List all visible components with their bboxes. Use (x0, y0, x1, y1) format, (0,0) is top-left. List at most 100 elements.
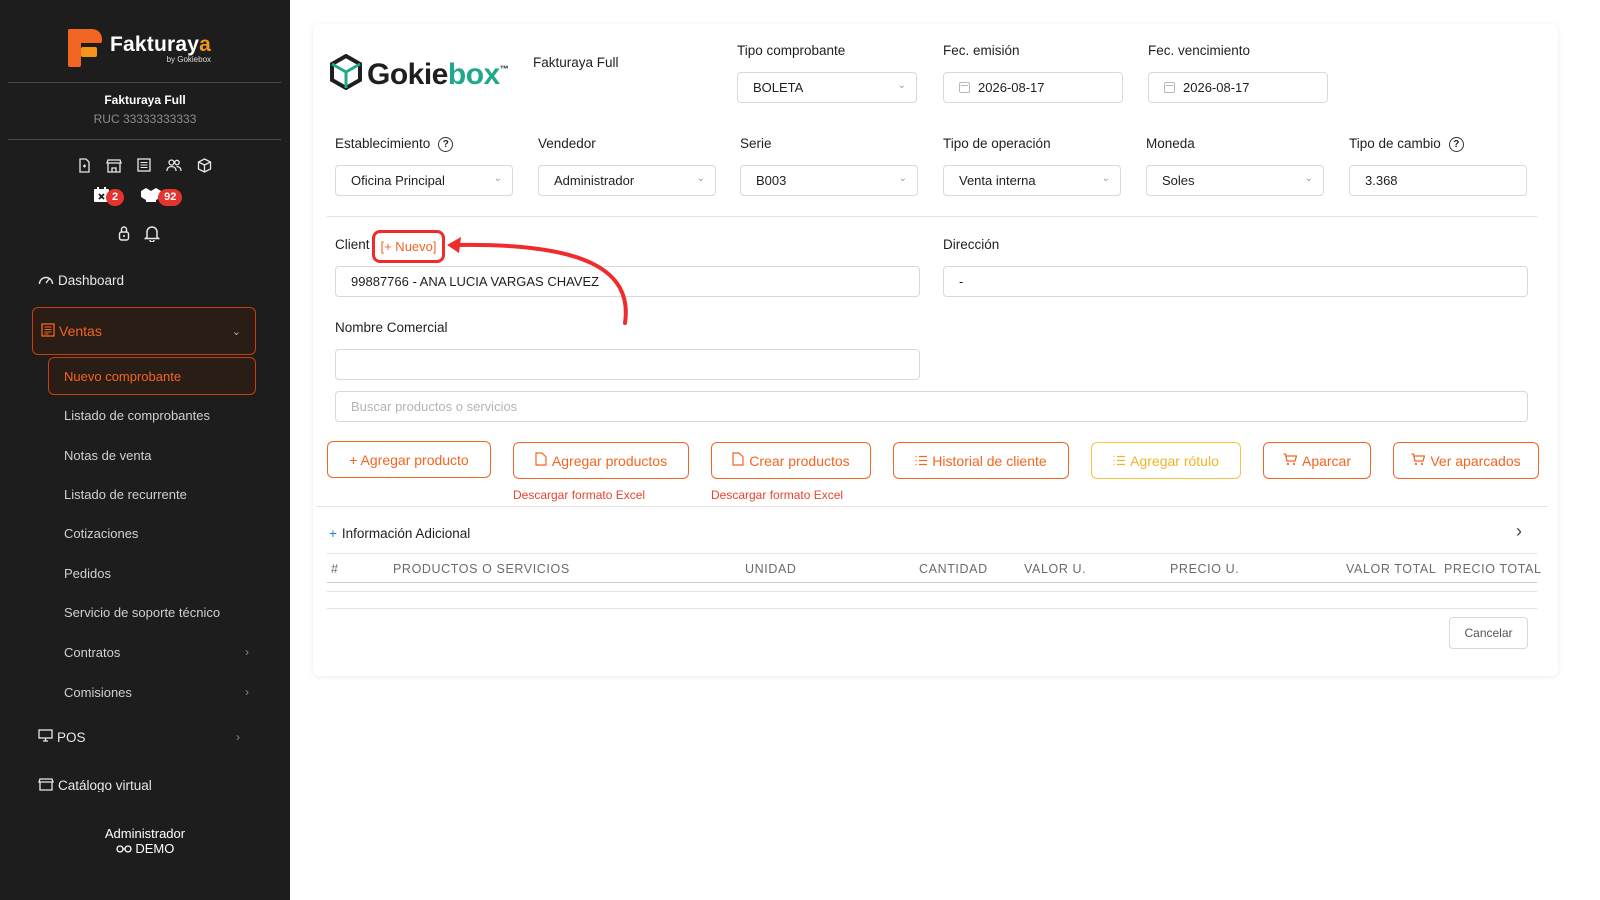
help-icon[interactable]: ? (1448, 136, 1464, 152)
aparcar-label: Aparcar (1301, 452, 1352, 469)
crear-productos-label: Crear productos (749, 452, 850, 469)
agregar-producto-button[interactable]: + Agregar producto (327, 441, 491, 478)
chevron-down-icon: ⌄ (897, 80, 906, 91)
invoice-form-card: Gokiebox ™ Fakturaya Full Tipo comprobant… (313, 24, 1558, 676)
user-env: DEMO (0, 841, 290, 856)
help-icon[interactable]: ? (438, 136, 454, 152)
nuevo-cliente-link[interactable]: [+ Nuevo] (372, 230, 445, 263)
chevron-down-icon: ⌄ (231, 325, 241, 338)
moneda-select[interactable]: Soles ⌄ (1146, 165, 1324, 196)
brand-by: by Gokiebox (166, 54, 212, 64)
cart-icon (1283, 452, 1298, 469)
nav-listado-comprobantes[interactable]: Listado de comprobantes (64, 408, 249, 423)
nav-nuevo-comprobante[interactable]: Nuevo comprobante (48, 357, 256, 395)
chevron-down-icon: ⌄ (1304, 173, 1313, 184)
sidebar-divider (8, 82, 281, 83)
descargar-formato-link-2[interactable]: Descargar formato Excel (711, 488, 843, 502)
nav-dashboard-label: Dashboard (58, 273, 125, 288)
col-unidad: UNIDAD (745, 562, 797, 576)
tipo-comprobante-label: Tipo comprobante (737, 43, 846, 58)
user-role: Administrador (104, 826, 186, 841)
lock-icon[interactable] (118, 225, 130, 247)
nav-ventas[interactable]: Ventas ⌄ (32, 307, 256, 355)
plus-icon: + (329, 526, 337, 541)
agregar-rotulo-button[interactable]: Agregar rótulo (1091, 442, 1241, 479)
vendedor-label: Vendedor (538, 136, 596, 151)
cancel-button[interactable]: Cancelar (1449, 617, 1528, 649)
nav-contratos-label: Contratos (64, 645, 121, 660)
fakturaya-logo[interactable]: Fakturaya by Gokiebox (68, 26, 228, 70)
gokiebox-cube-icon (329, 53, 363, 95)
nav-contratos[interactable]: Contratos › (64, 645, 249, 660)
nav-catalogo-label: Catálogo virtual (58, 778, 152, 792)
list-icon[interactable] (136, 157, 152, 173)
nav-soporte-tecnico[interactable]: Servicio de soporte técnico (64, 605, 249, 620)
nav-comisiones[interactable]: Comisiones › (64, 685, 249, 700)
serie-value: B003 (756, 173, 787, 188)
direccion-input[interactable]: - (943, 266, 1528, 297)
serie-select[interactable]: B003 ⌄ (740, 165, 918, 196)
table-top-border (327, 553, 1537, 554)
tipo-operacion-select[interactable]: Venta interna ⌄ (943, 165, 1121, 196)
nav-cotizaciones[interactable]: Cotizaciones (64, 526, 249, 541)
sidebar-divider (8, 139, 281, 140)
tipo-operacion-value: Venta interna (959, 173, 1036, 188)
calendar-alert[interactable]: 2 (93, 186, 125, 208)
shop-icon (38, 778, 54, 792)
vendedor-select[interactable]: Administrador ⌄ (538, 165, 716, 196)
chevron-right-icon: › (236, 730, 240, 744)
nav-pos[interactable]: POS › (38, 729, 240, 745)
receipt-icon (41, 322, 55, 340)
boxes-count-badge: 92 (158, 188, 183, 206)
boxes-alert[interactable]: 92 (140, 186, 183, 208)
section-divider (327, 216, 1537, 217)
tipo-cambio-input[interactable]: 3.368 (1349, 165, 1527, 196)
agregar-productos-button[interactable]: Agregar productos (513, 442, 689, 479)
establecimiento-value: Oficina Principal (351, 173, 445, 188)
notification-badges: 2 92 (93, 186, 183, 208)
buscar-productos-input[interactable]: Buscar productos o servicios (335, 391, 1528, 422)
direccion-label: Dirección (943, 237, 1000, 252)
informacion-adicional-toggle[interactable]: + Información Adicional (329, 526, 470, 541)
chevron-down-icon: ⌄ (696, 173, 705, 184)
section-divider (316, 506, 1548, 507)
historial-cliente-button[interactable]: Historial de cliente (893, 442, 1069, 479)
nombre-comercial-input[interactable] (335, 349, 920, 380)
document-icon[interactable] (76, 157, 92, 173)
vendedor-value: Administrador (554, 173, 635, 188)
monitor-icon (38, 729, 53, 745)
col-precio-u: PRECIO U. (1170, 562, 1240, 576)
nav-catalogo[interactable]: Catálogo virtual › (38, 778, 152, 792)
nav-dashboard[interactable]: Dashboard (38, 273, 124, 288)
tipo-operacion-label: Tipo de operación (943, 136, 1051, 151)
establecimiento-select[interactable]: Oficina Principal ⌄ (335, 165, 513, 196)
descargar-formato-link-1[interactable]: Descargar formato Excel (513, 488, 645, 502)
table-header-border (327, 582, 1537, 583)
table-bottom-border (327, 608, 1537, 609)
table-body-border (327, 591, 1537, 592)
ver-aparcados-button[interactable]: Ver aparcados (1393, 442, 1539, 479)
fec-emision-input[interactable]: 2026-08-17 (943, 72, 1123, 103)
store-icon[interactable] (106, 157, 122, 173)
fec-vencimiento-input[interactable]: 2026-08-17 (1148, 72, 1328, 103)
buscar-placeholder: Buscar productos o servicios (351, 399, 518, 414)
users-icon[interactable] (166, 157, 182, 173)
nombre-comercial-label: Nombre Comercial (335, 320, 448, 335)
informacion-adicional-label: Información Adicional (341, 526, 471, 541)
fec-emision-value: 2026-08-17 (978, 80, 1045, 95)
aparcar-button[interactable]: Aparcar (1263, 442, 1371, 479)
company-ruc: RUC 33333333333 (93, 112, 197, 126)
crear-productos-button[interactable]: Crear productos (711, 442, 871, 479)
file-icon (732, 452, 744, 469)
nav-pedidos[interactable]: Pedidos (64, 566, 249, 581)
box-icon[interactable] (196, 157, 212, 173)
sidebar: Fakturaya by Gokiebox Fakturaya Full RUC… (0, 0, 290, 900)
nav-ventas-label: Ventas (59, 323, 102, 339)
bell-icon[interactable] (143, 225, 161, 247)
chevron-right-icon[interactable]: › (1516, 521, 1522, 542)
calendar-count-badge: 2 (106, 188, 125, 206)
nav-listado-recurrente[interactable]: Listado de recurrente (64, 487, 249, 502)
tipo-comprobante-select[interactable]: BOLETA ⌄ (737, 72, 917, 103)
nav-notas-venta[interactable]: Notas de venta (64, 448, 249, 463)
gokiebox-wordmark: Gokiebox (367, 57, 500, 91)
